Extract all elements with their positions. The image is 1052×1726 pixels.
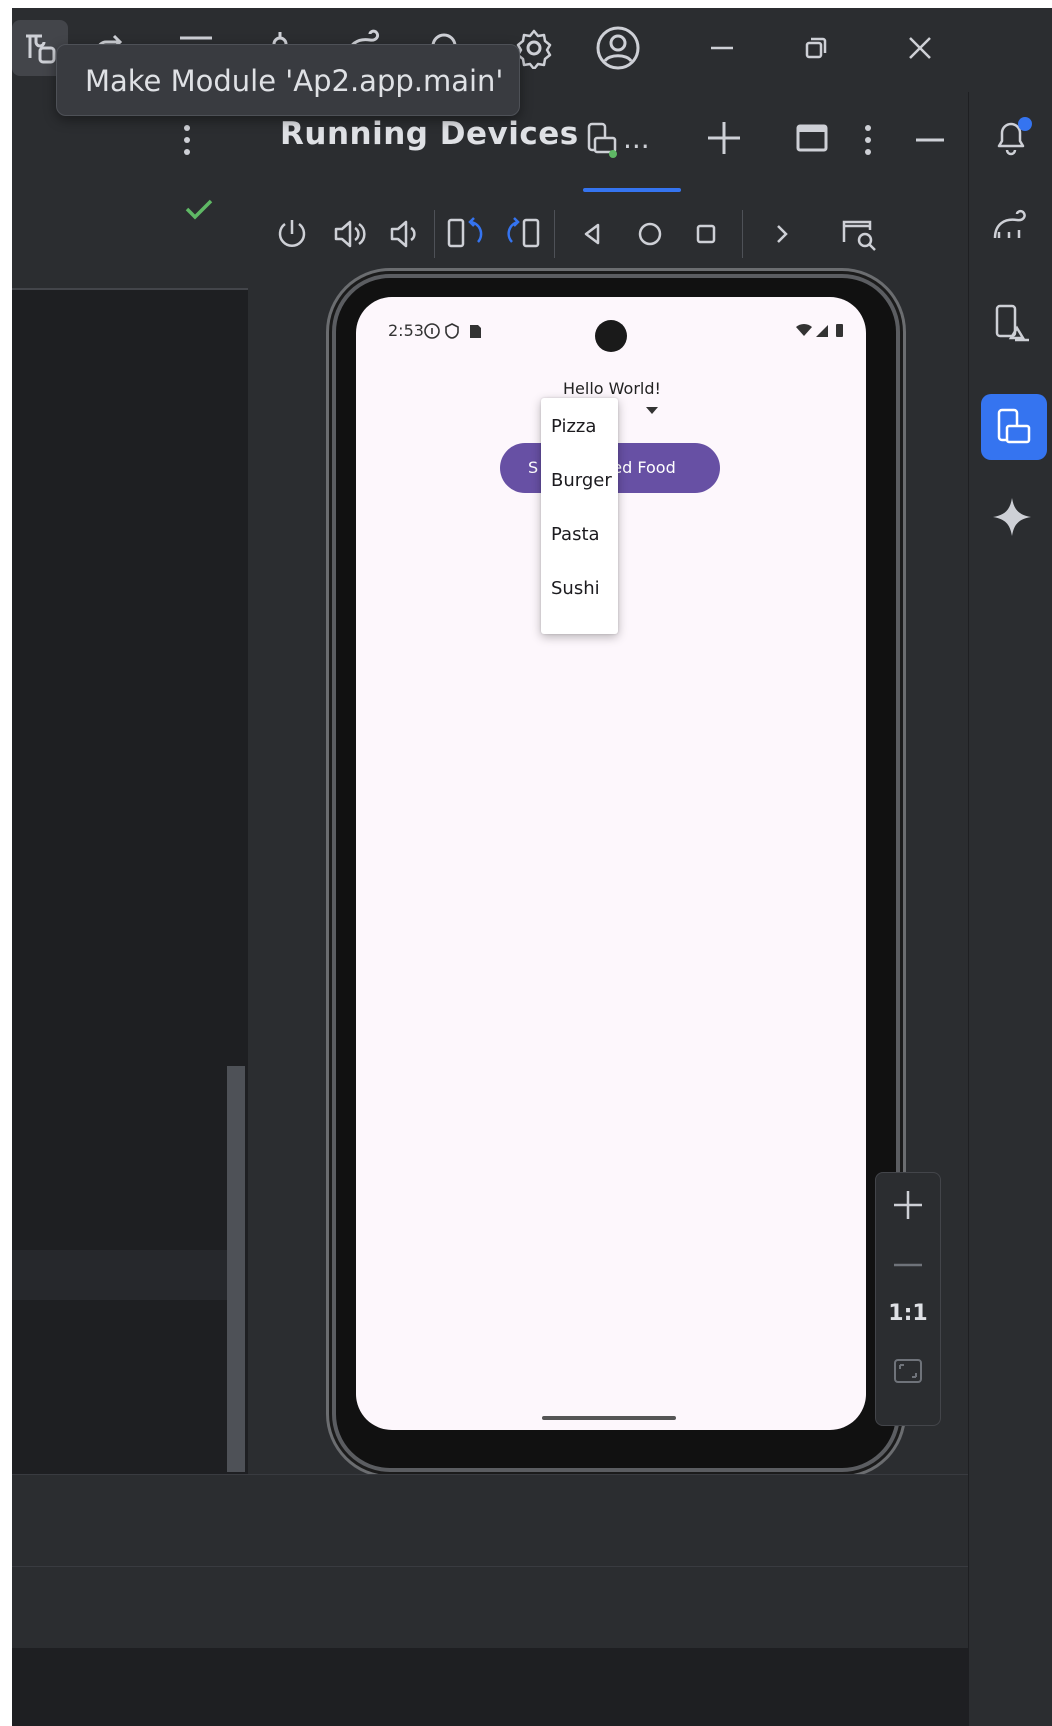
volume-down-icon[interactable] [386, 214, 426, 254]
right-tool-strip [968, 92, 1052, 1726]
bottom-panel-row-1 [12, 1474, 968, 1567]
menu-item-pasta[interactable]: Pasta [551, 524, 600, 545]
device-screen[interactable]: 2:53 Hello World! S ted Food Pizza Burge… [356, 297, 866, 1430]
gesture-home-bar[interactable] [542, 1416, 676, 1420]
close-icon [909, 37, 931, 59]
zoom-in-icon[interactable] [890, 1187, 926, 1223]
more-options-icon[interactable] [172, 120, 202, 160]
check-icon [185, 199, 213, 220]
food-dropdown-menu: Pizza Burger Pasta Sushi [541, 398, 618, 634]
user-account-icon [596, 26, 640, 70]
left-panel-scrollbar[interactable] [227, 1066, 245, 1472]
zoom-actual-size[interactable]: 1:1 [876, 1301, 940, 1326]
menu-item-burger[interactable]: Burger [551, 470, 612, 491]
toolbar-separator [554, 210, 555, 258]
menu-item-pizza[interactable]: Pizza [551, 416, 596, 437]
make-module-tooltip: Make Module 'Ap2.app.main' [56, 44, 520, 116]
rotate-right-icon[interactable] [502, 214, 546, 254]
zoom-fit-icon[interactable] [890, 1353, 926, 1389]
tab-device[interactable]: ... [585, 120, 681, 168]
ide-window: Running Devices ... 2:53 Hello World! S … [12, 8, 1052, 1726]
restore-icon [805, 37, 827, 59]
bottom-panel-row-2 [12, 1566, 968, 1649]
device-manager-icon[interactable] [989, 300, 1035, 346]
zoom-controls: 1:1 [875, 1172, 941, 1426]
menu-item-sushi[interactable]: Sushi [551, 578, 600, 599]
hello-text: Hello World! [563, 379, 661, 398]
close-window-button[interactable] [892, 20, 948, 76]
zoom-out-icon[interactable] [890, 1247, 926, 1283]
volume-up-icon[interactable] [330, 214, 370, 254]
minimize-icon [711, 46, 733, 50]
back-icon[interactable] [574, 214, 610, 254]
more-options-icon[interactable] [856, 120, 880, 160]
toolbar-separator [434, 210, 435, 258]
left-panel-selected-row[interactable] [12, 1250, 236, 1300]
running-devices-icon [997, 408, 1031, 444]
window-layout-icon[interactable] [794, 120, 830, 156]
layout-inspector-icon[interactable] [836, 212, 880, 256]
minimize-window-button[interactable] [694, 20, 750, 76]
status-time: 2:53 [388, 321, 424, 340]
status-signal-icons [796, 323, 843, 337]
add-device-icon[interactable] [704, 118, 744, 158]
gradle-elephant-icon[interactable] [989, 206, 1035, 246]
account-button[interactable] [590, 20, 646, 76]
running-devices-title: Running Devices [280, 116, 579, 152]
notifications-icon[interactable] [989, 114, 1035, 160]
restore-window-button[interactable] [788, 20, 844, 76]
device-controls-toolbar [248, 192, 968, 279]
overview-icon[interactable] [688, 214, 724, 254]
chevron-right-icon[interactable] [764, 214, 800, 254]
button-label-left: S [528, 458, 539, 477]
running-devices-tool-button[interactable] [981, 394, 1047, 460]
device-mirror-icon [587, 122, 617, 158]
rotate-left-icon[interactable] [444, 214, 488, 254]
dropdown-arrow-icon[interactable] [646, 407, 658, 414]
status-notification-icons [424, 323, 481, 339]
make-module-icon [26, 34, 56, 64]
toolbar-separator [742, 210, 743, 258]
tab-overflow-dots: ... [623, 122, 650, 155]
power-icon[interactable] [272, 214, 312, 254]
hide-panel-icon[interactable] [912, 122, 948, 158]
bottom-status-area [12, 1648, 968, 1726]
left-panel-status-row [12, 188, 248, 290]
gemini-sparkle-icon[interactable] [991, 496, 1033, 538]
home-icon[interactable] [632, 214, 668, 254]
left-tool-panel [12, 92, 248, 1474]
camera-cutout [595, 320, 627, 352]
